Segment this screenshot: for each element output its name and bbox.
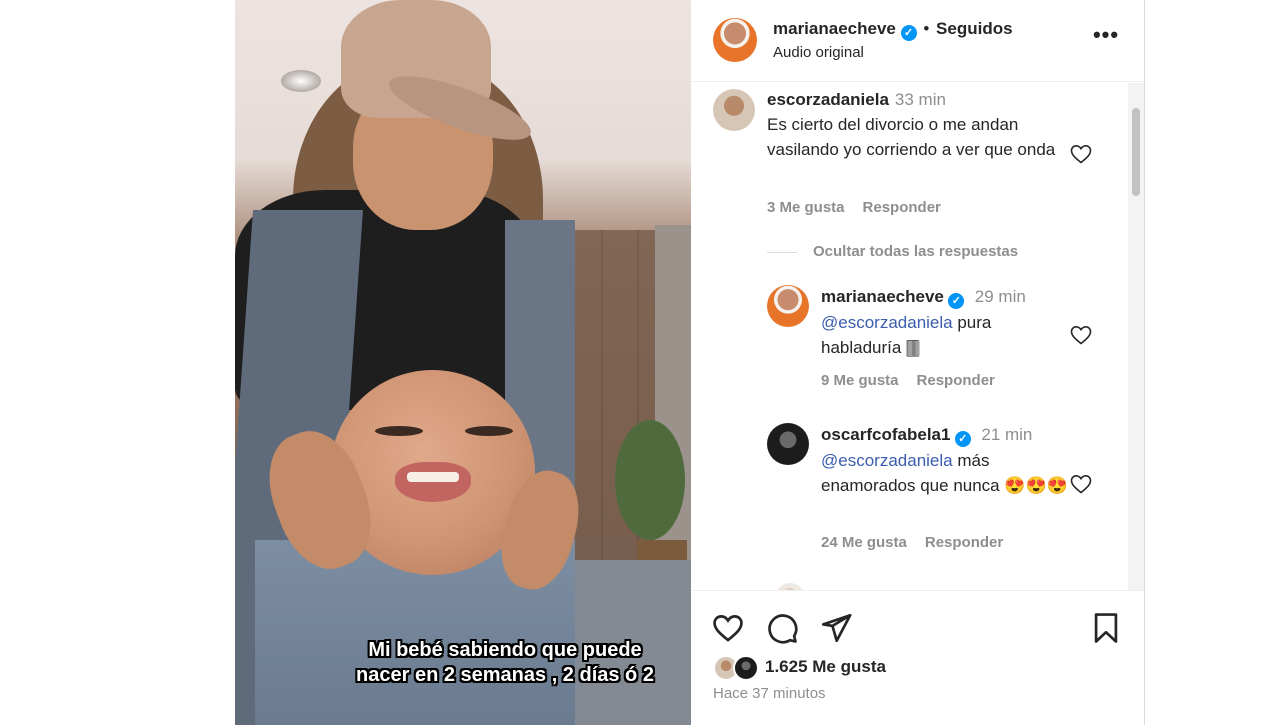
scrollbar-thumb[interactable] — [1132, 108, 1140, 196]
comment-username[interactable]: escorzadaniela — [767, 90, 889, 109]
reply-text: @escorzadaniela pura habladuría 🀫 — [821, 311, 1046, 360]
reply-time: 21 min — [981, 425, 1033, 444]
replies-divider — [767, 251, 797, 253]
comment-likes[interactable]: 3 Me gusta — [767, 199, 845, 216]
belly-mouth — [395, 462, 471, 502]
reply-button[interactable]: Responder — [925, 534, 1003, 551]
reply-header: oscarfcofabela1 ✓ 21 min — [821, 425, 1032, 447]
replier-avatar[interactable] — [767, 423, 809, 465]
reply-username[interactable]: oscarfcofabela1 — [821, 425, 950, 444]
more-horizontal-icon: ••• — [1092, 22, 1120, 47]
like-heart-icon[interactable] — [711, 611, 745, 645]
reply-meta: 9 Me gusta Responder — [821, 372, 995, 389]
video-caption: Mi bebé sabiendo que puede nacer en 2 se… — [356, 639, 654, 686]
reply-button[interactable]: Responder — [917, 372, 995, 389]
reply-text: @escorzadaniela más enamorados que nunca… — [821, 449, 1071, 498]
comment-text: Es cierto del divorcio o me andan vasila… — [767, 115, 1056, 159]
liker-avatar — [733, 655, 759, 681]
reply-item: marianaecheve ✓ 29 min @escorzadaniela p… — [767, 283, 1117, 403]
reply-time: 29 min — [974, 287, 1026, 306]
belly-eye-right — [465, 426, 513, 436]
more-options-button[interactable]: ••• — [1091, 24, 1121, 50]
belly-teeth — [407, 472, 459, 482]
following-status[interactable]: Seguidos — [936, 19, 1013, 38]
hide-replies-toggle[interactable]: Ocultar todas las respuestas — [767, 243, 1018, 260]
heart-icon[interactable] — [1069, 323, 1093, 347]
reply-likes[interactable]: 24 Me gusta — [821, 534, 907, 551]
post-side-panel: marianaecheve ✓ • Seguidos Audio origina… — [691, 0, 1145, 725]
verified-badge-icon: ✓ — [900, 25, 917, 41]
reply-item: oscarfcofabela1 ✓ 21 min @escorzadaniela… — [767, 421, 1117, 571]
reply-meta: 24 Me gusta Responder — [821, 534, 1003, 551]
post-time: Hace 37 minutos — [713, 685, 826, 702]
hide-replies-label: Ocultar todas las respuestas — [813, 243, 1019, 260]
verified-badge-icon: ✓ — [948, 293, 965, 309]
author-avatar[interactable] — [713, 18, 757, 62]
reply-likes[interactable]: 9 Me gusta — [821, 372, 899, 389]
comment-bubble-icon[interactable] — [765, 611, 799, 645]
likes-count[interactable]: 1.625 Me gusta — [765, 657, 886, 677]
next-comment-avatar — [775, 583, 805, 590]
reply-mention[interactable]: @escorzadaniela — [821, 451, 953, 470]
author-username[interactable]: marianaecheve — [773, 19, 896, 38]
verified-badge-icon: ✓ — [954, 431, 971, 447]
author-line: marianaecheve ✓ • Seguidos — [773, 19, 1013, 41]
header-separator: • — [923, 19, 930, 38]
reply-username[interactable]: marianaecheve — [821, 287, 944, 306]
post-header: marianaecheve ✓ • Seguidos Audio origina… — [691, 0, 1144, 82]
bookmark-icon[interactable] — [1089, 611, 1123, 645]
heart-icon[interactable] — [1069, 472, 1093, 496]
reply-mention[interactable]: @escorzadaniela — [821, 313, 953, 332]
comment-item: escorzadaniela 33 min Es cierto del divor… — [713, 89, 1113, 229]
ceiling-light — [281, 70, 321, 92]
share-send-icon[interactable] — [819, 611, 853, 645]
replier-avatar[interactable] — [767, 285, 809, 327]
comments-list[interactable]: escorzadaniela 33 min Es cierto del divor… — [691, 83, 1144, 590]
heart-icon[interactable] — [1069, 142, 1093, 166]
comments-scrollbar[interactable] — [1128, 83, 1144, 590]
reply-button[interactable]: Responder — [863, 199, 941, 216]
reply-header: marianaecheve ✓ 29 min — [821, 287, 1026, 309]
commenter-avatar[interactable] — [713, 89, 755, 131]
post-video[interactable]: Mi bebé sabiendo que puede nacer en 2 se… — [235, 0, 691, 725]
audio-label[interactable]: Audio original — [773, 44, 864, 61]
comment-meta: 3 Me gusta Responder — [767, 199, 941, 216]
comment-time: 33 min — [894, 90, 946, 109]
post-actions: 1.625 Me gusta Hace 37 minutos — [691, 590, 1144, 725]
comment-header: escorzadaniela 33 min — [767, 90, 946, 110]
plant — [615, 420, 685, 540]
belly-eye-left — [375, 426, 423, 436]
